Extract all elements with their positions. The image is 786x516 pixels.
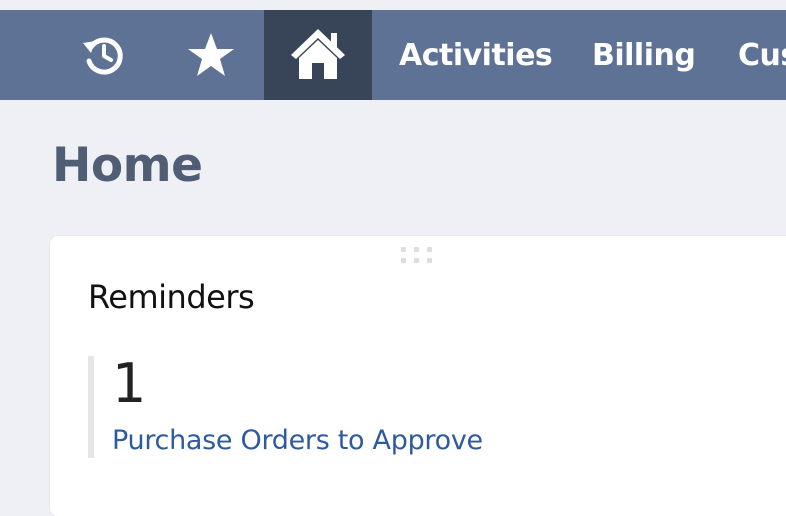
- nav-link-customers[interactable]: Cus: [738, 10, 786, 100]
- star-icon: [188, 33, 234, 76]
- nav-link-activities[interactable]: Activities: [399, 10, 553, 100]
- recent-records-button[interactable]: [62, 10, 144, 100]
- reminder-count: 1: [112, 352, 147, 415]
- reminders-title: Reminders: [88, 278, 255, 316]
- home-button[interactable]: [264, 10, 372, 100]
- home-icon: [291, 29, 345, 79]
- reminder-link[interactable]: Purchase Orders to Approve: [112, 425, 483, 456]
- drag-handle-icon[interactable]: [401, 247, 437, 269]
- navbar: Activities Billing Cus: [0, 10, 786, 100]
- favorites-button[interactable]: [170, 10, 252, 100]
- page-title: Home: [52, 138, 203, 193]
- nav-link-billing[interactable]: Billing: [592, 10, 696, 100]
- top-strip: [0, 0, 786, 10]
- recent-history-icon: [83, 37, 123, 75]
